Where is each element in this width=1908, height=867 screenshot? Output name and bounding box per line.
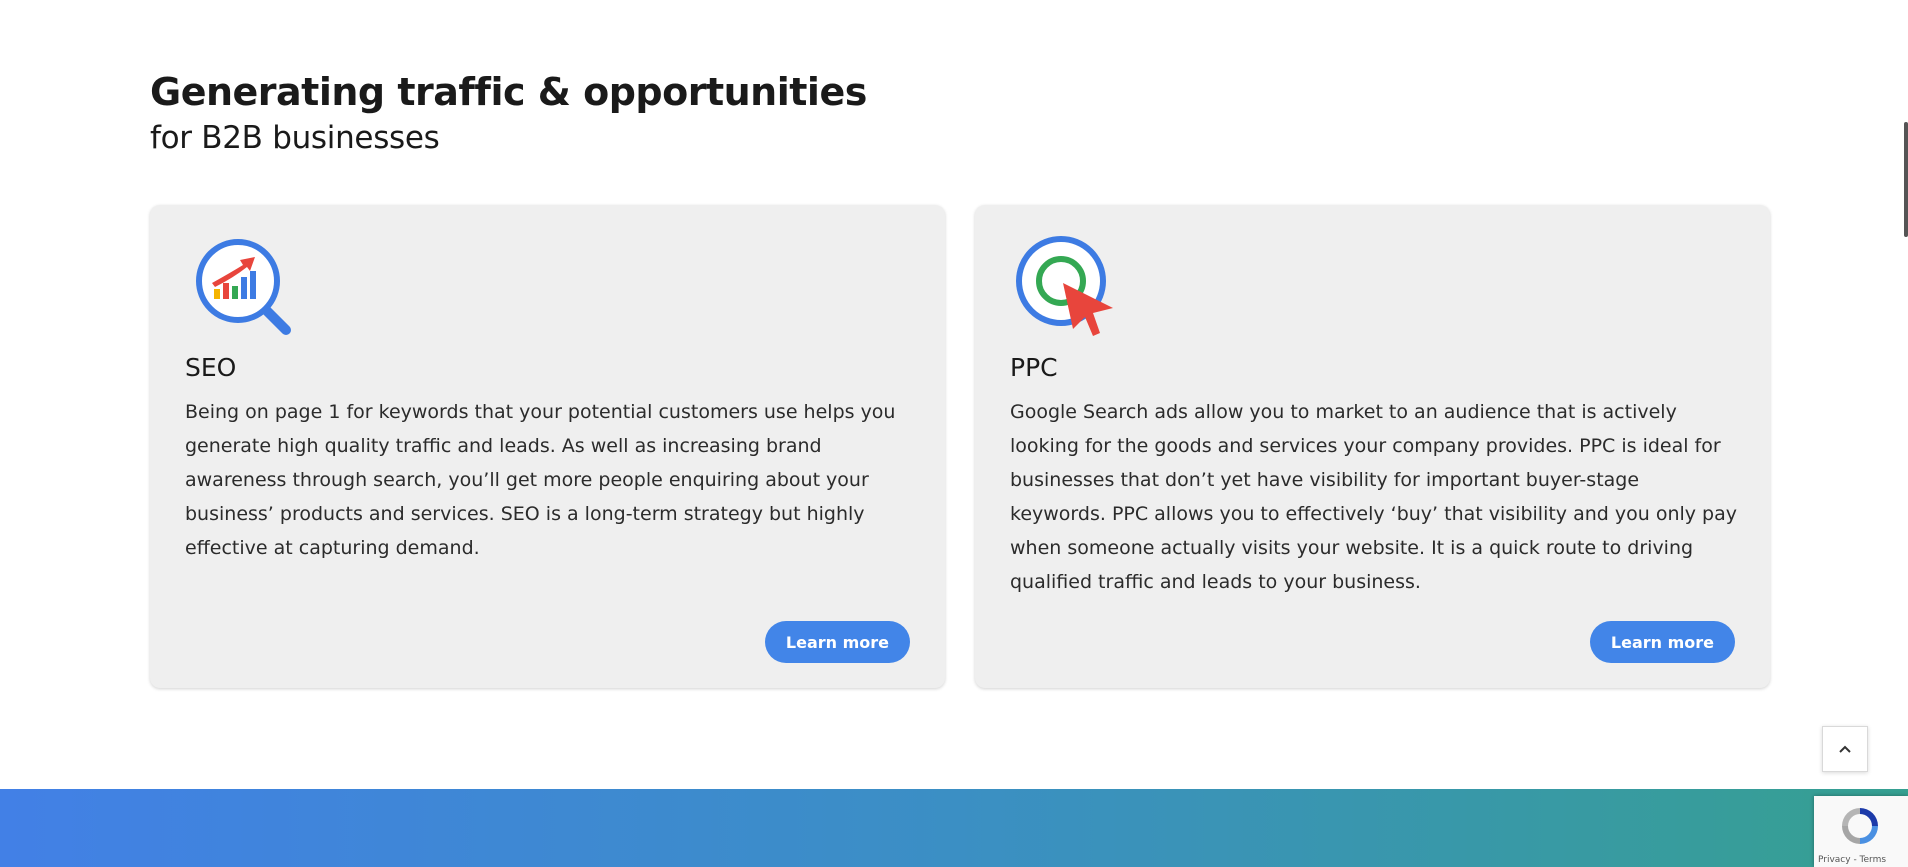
section-title: Generating traffic & opportunities: [150, 70, 867, 114]
section-subtitle: for B2B businesses: [150, 120, 440, 156]
learn-more-button[interactable]: Learn more: [1589, 621, 1735, 663]
section-heading: Generating traffic & opportunities for B…: [150, 68, 867, 160]
card-title: PPC: [1010, 353, 1058, 382]
card-description: Google Search ads allow you to market to…: [1010, 401, 1738, 593]
scrollbar-thumb[interactable]: [1904, 122, 1908, 237]
page: Generating traffic & opportunities for B…: [0, 0, 1908, 867]
service-card-ppc: PPC Google Search ads allow you to marke…: [975, 205, 1770, 688]
recaptcha-badge[interactable]: Privacy - Terms: [1814, 796, 1908, 867]
seo-magnifier-chart-icon: [196, 239, 291, 335]
learn-more-button[interactable]: Learn more: [764, 621, 910, 663]
card-title: SEO: [185, 353, 237, 382]
card-description: Being on page 1 for keywords that your p…: [185, 401, 896, 559]
chevron-up-icon: [1839, 745, 1851, 753]
scroll-to-top-button[interactable]: [1822, 726, 1868, 772]
footer-banner: [0, 789, 1908, 867]
recaptcha-links[interactable]: Privacy - Terms: [1818, 855, 1886, 865]
ppc-target-cursor-icon: [1016, 236, 1113, 336]
recaptcha-icon: [1842, 808, 1878, 844]
service-card-seo: SEO Being on page 1 for keywords that yo…: [150, 205, 945, 688]
